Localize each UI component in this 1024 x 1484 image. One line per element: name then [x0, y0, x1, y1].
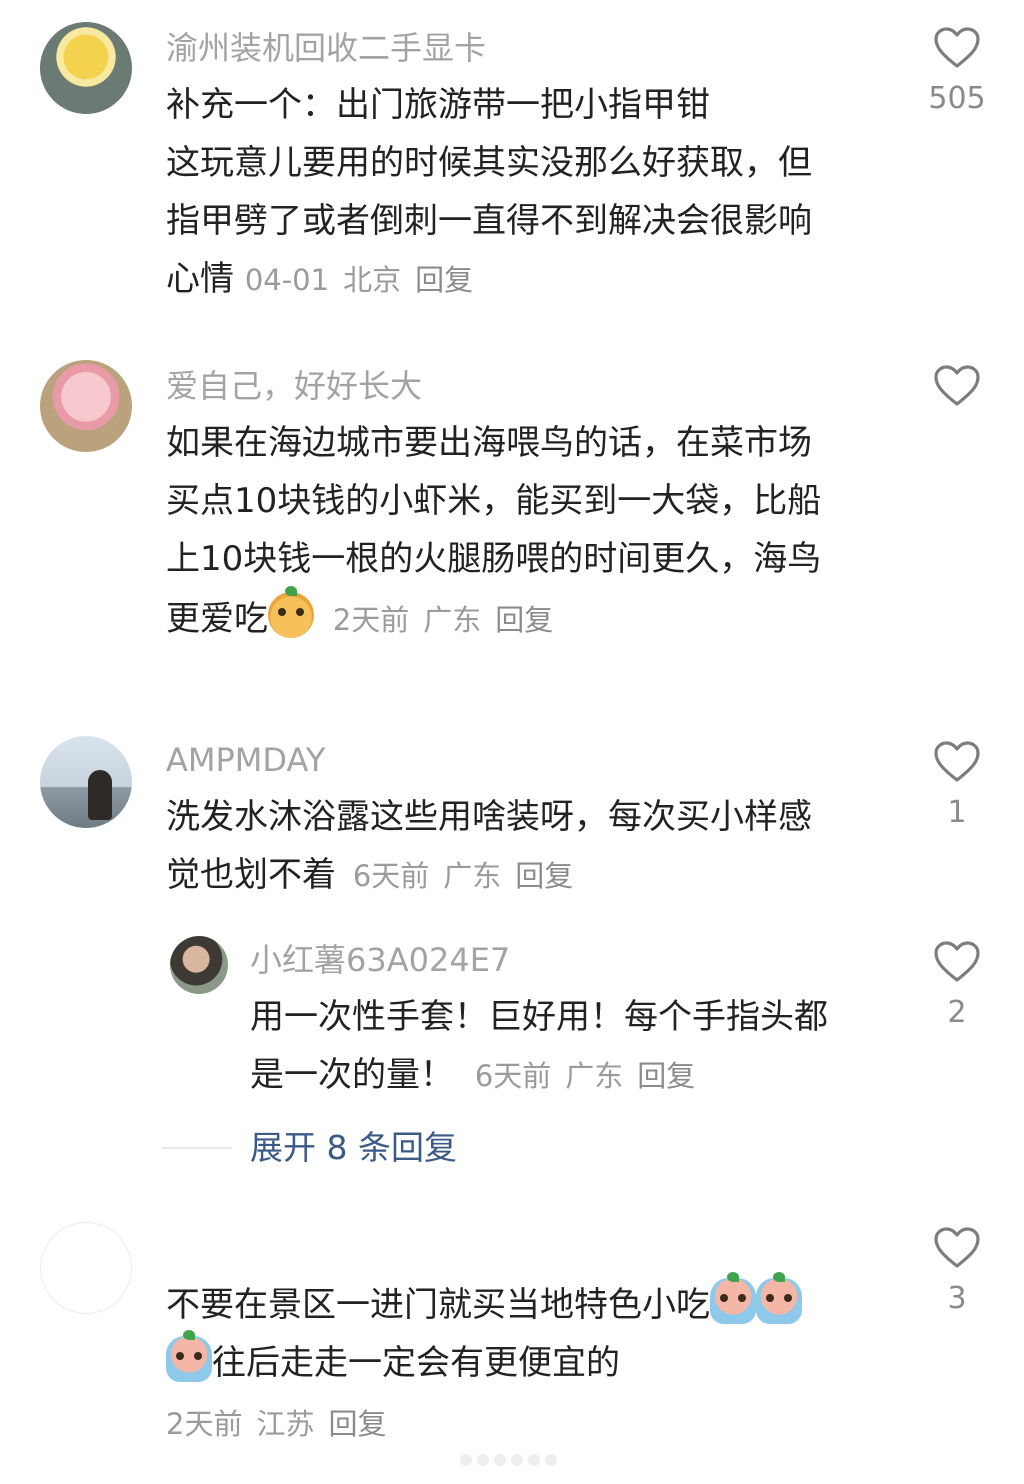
like-count: 2: [947, 995, 967, 1030]
comment-text: 不要在景区一进门就买当地特色小吃: [166, 1285, 710, 1325]
comment-text-line: 洗发水沐浴露这些用啥装呀，每次买小样感: [166, 797, 812, 837]
comment-meta: 2天前 江苏 回复: [166, 1407, 400, 1441]
comment-text-tail: 是一次的量！: [250, 1055, 454, 1095]
like-button[interactable]: 2: [922, 940, 992, 1030]
avatar[interactable]: [170, 936, 228, 994]
username[interactable]: AMPMDAY: [166, 740, 325, 780]
like-button[interactable]: 1: [922, 740, 992, 830]
reply-button[interactable]: 回复: [637, 1059, 695, 1093]
username[interactable]: 渝州装机回收二手显卡: [166, 28, 486, 68]
reply-button[interactable]: 回复: [415, 263, 473, 297]
comment-text-line: 不要在景区一进门就买当地特色小吃: [166, 1272, 802, 1334]
crying-emoji-icon: [756, 1272, 802, 1324]
reply-button[interactable]: 回复: [328, 1407, 386, 1441]
username[interactable]: 爱自己，好好长大: [166, 366, 422, 406]
orange-face-emoji-icon: [268, 586, 314, 638]
comment-meta-line: 2天前 江苏 回复: [166, 1394, 400, 1453]
comment-text-line: 更爱吃 2天前 广东 回复: [166, 586, 567, 649]
comment-text-line: 心情 04-01 北京 回复: [166, 250, 487, 309]
like-count: 1: [947, 795, 967, 830]
like-button[interactable]: [922, 364, 992, 420]
comment-meta: 6天前 广东 回复: [353, 859, 587, 893]
comment-date: 2天前: [332, 603, 410, 637]
like-count: 3: [947, 1281, 967, 1316]
divider: [162, 1147, 232, 1149]
avatar[interactable]: [40, 736, 132, 828]
avatar[interactable]: [40, 22, 132, 114]
comment-location: 北京: [343, 263, 402, 297]
comment-text-tail: 往后走走一定会有更便宜的: [212, 1343, 620, 1383]
comment-date: 6天前: [474, 1059, 552, 1093]
crying-emoji-icon: [710, 1272, 756, 1324]
reply-button[interactable]: 回复: [495, 603, 553, 637]
comment-text-tail: 更爱吃: [166, 599, 268, 639]
comment-text-line: 如果在海边城市要出海喂鸟的话，在菜市场: [166, 423, 812, 463]
comment-location: 广东: [443, 859, 502, 893]
comment-date: 04-01: [244, 263, 330, 297]
avatar[interactable]: [40, 360, 132, 452]
like-button[interactable]: 505: [922, 26, 992, 116]
comment-meta: 2天前 广东 回复: [333, 603, 567, 637]
heart-outline-icon: [934, 1227, 980, 1268]
crying-emoji-icon: [166, 1330, 212, 1382]
comment-text-tail: 心情: [166, 259, 234, 299]
comment-text-line: 往后走走一定会有更便宜的: [166, 1330, 620, 1392]
comment-meta: 6天前 广东 回复: [475, 1059, 709, 1093]
expand-replies-label[interactable]: 展开 8 条回复: [250, 1126, 457, 1170]
comment-location: 广东: [565, 1059, 624, 1093]
heart-outline-icon: [934, 365, 980, 406]
avatar[interactable]: [40, 1222, 132, 1314]
comment-location: 江苏: [256, 1407, 315, 1441]
comment-date: 6天前: [352, 859, 430, 893]
comment-text-line: 觉也划不着 6天前 广东 回复: [166, 846, 587, 905]
reply-button[interactable]: 回复: [515, 859, 573, 893]
like-count: 505: [928, 81, 986, 116]
watermark-dots: [460, 1452, 570, 1468]
comment-text-line: 买点10块钱的小虾米，能买到一大袋，比船: [166, 481, 822, 521]
like-button[interactable]: 3: [922, 1226, 992, 1316]
heart-outline-icon: [934, 27, 980, 68]
comment-text-line: 是一次的量！ 6天前 广东 回复: [250, 1046, 709, 1105]
comment-text-line: 上10块钱一根的火腿肠喂的时间更久，海鸟: [166, 539, 822, 579]
comment-date: 2天前: [166, 1407, 243, 1441]
heart-outline-icon: [934, 941, 980, 982]
comment-text-tail: 觉也划不着: [166, 855, 336, 895]
comment-text-line: 用一次性手套！巨好用！每个手指头都: [250, 997, 828, 1037]
username[interactable]: 小红薯63A024E7: [250, 940, 510, 980]
comment-location: 广东: [423, 603, 482, 637]
comment-text-line: 补充一个：出门旅游带一把小指甲钳: [166, 85, 710, 125]
comment-meta: 04-01 北京 回复: [245, 263, 487, 297]
heart-outline-icon: [934, 741, 980, 782]
comment-text-line: 这玩意儿要用的时候其实没那么好获取，但: [166, 143, 812, 183]
comment-text-line: 指甲劈了或者倒刺一直得不到解决会很影响: [166, 201, 812, 241]
